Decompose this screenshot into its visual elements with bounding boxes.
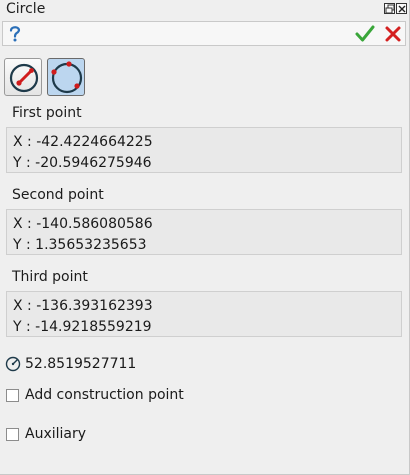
second-point-label: Second point — [12, 187, 104, 203]
y-value: -20.5946275946 — [35, 155, 152, 171]
title-bar[interactable]: Circle — [0, 0, 409, 20]
panel-title: Circle — [6, 1, 46, 17]
restore-icon[interactable] — [384, 3, 395, 14]
center-radius-mode-button[interactable] — [4, 58, 42, 96]
first-point-y[interactable]: Y : -20.5946275946 — [13, 155, 152, 171]
construction-point-label: Add construction point — [25, 387, 184, 403]
x-value: -140.586080586 — [36, 216, 153, 232]
task-toolbar — [2, 21, 406, 46]
x-value: -136.393162393 — [36, 298, 153, 314]
y-value: 1.35653235653 — [35, 237, 147, 253]
circle-task-panel: Circle First point X: -42.4224664225 Y … — [0, 0, 410, 475]
three-points-mode-button[interactable] — [47, 58, 85, 96]
construction-point-checkbox[interactable] — [6, 389, 19, 402]
close-icon[interactable] — [396, 3, 407, 14]
y-value: -14.9218559219 — [35, 319, 152, 335]
x-prefix: X : — [13, 298, 37, 314]
auxiliary-label: Auxiliary — [25, 426, 87, 442]
third-point-box: X : -136.393162393 Y : -14.9218559219 — [6, 291, 402, 337]
checkmark-icon[interactable] — [355, 24, 375, 44]
first-point-label: First point — [12, 105, 82, 121]
circle-three-points-icon — [51, 61, 83, 94]
question-mark-icon[interactable] — [6, 24, 26, 44]
third-point-y[interactable]: Y : -14.9218559219 — [13, 319, 152, 335]
y-prefix: Y : — [13, 155, 36, 171]
radius-value[interactable]: 52.8519527711 — [25, 356, 136, 372]
second-point-y[interactable]: Y : 1.35653235653 — [13, 237, 147, 253]
radius-icon — [5, 356, 21, 372]
circle-center-radius-icon — [9, 63, 39, 93]
x-prefix: X : — [13, 216, 37, 232]
auxiliary-checkbox[interactable] — [6, 428, 19, 441]
y-prefix: Y : — [13, 237, 36, 253]
third-point-x[interactable]: X : -136.393162393 — [13, 298, 153, 314]
second-point-box: X : -140.586080586 Y : 1.35653235653 — [6, 209, 402, 255]
second-point-x[interactable]: X : -140.586080586 — [13, 216, 153, 232]
third-point-label: Third point — [12, 269, 88, 285]
x-prefix: X : — [13, 134, 37, 150]
x-icon[interactable] — [383, 24, 403, 44]
y-prefix: Y : — [13, 319, 36, 335]
first-point-x[interactable]: X : -42.4224664225 — [13, 134, 153, 150]
first-point-box: X : -42.4224664225 Y : -20.5946275946 — [6, 127, 402, 173]
x-value: -42.4224664225 — [36, 134, 153, 150]
